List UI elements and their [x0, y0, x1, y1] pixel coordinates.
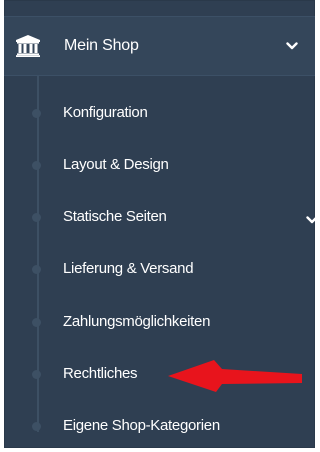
- sidebar-item-label: Statische Seiten: [63, 208, 167, 225]
- tree-node-dot: [32, 370, 41, 379]
- sidebar-item-label: Layout & Design: [63, 156, 169, 173]
- bank-icon: [16, 35, 40, 57]
- sidebar-item-statische-seiten[interactable]: Statische Seiten: [4, 191, 318, 243]
- sidebar-item-label: Konfiguration: [63, 104, 148, 121]
- mein-shop-label: Mein Shop: [64, 37, 139, 54]
- sidebar-item-label: Zahlungsmöglichkeiten: [63, 313, 211, 330]
- red-arrow-annotation: [168, 360, 302, 392]
- tree-node-dot: [32, 213, 41, 222]
- tree-node-dot: [32, 422, 41, 431]
- sidebar-item-label: Rechtliches: [63, 365, 138, 382]
- tree-node-dot: [32, 161, 41, 170]
- sidebar-item-eigene-shop-kategorien[interactable]: Eigene Shop-Kategorien: [4, 400, 315, 452]
- tree-node-dot: [32, 109, 41, 118]
- sidebar-item-konfiguration[interactable]: Konfiguration: [4, 87, 315, 139]
- chevron-down-icon[interactable]: [286, 42, 298, 50]
- sidebar-item-lieferung-versand[interactable]: Lieferung & Versand: [4, 243, 315, 295]
- sidebar-item-label: Lieferung & Versand: [63, 260, 194, 277]
- sidebar-item-label: Eigene Shop-Kategorien: [63, 417, 220, 434]
- tree-node-dot: [32, 265, 41, 274]
- chevron-down-icon[interactable]: [306, 216, 318, 224]
- sidebar-item-layout-design[interactable]: Layout & Design: [4, 139, 315, 191]
- sidebar-item-zahlungsmoeglichkeiten[interactable]: Zahlungsmöglichkeiten: [4, 296, 315, 348]
- mein-shop-menu-header[interactable]: Mein Shop: [4, 16, 315, 76]
- tree-node-dot: [32, 318, 41, 327]
